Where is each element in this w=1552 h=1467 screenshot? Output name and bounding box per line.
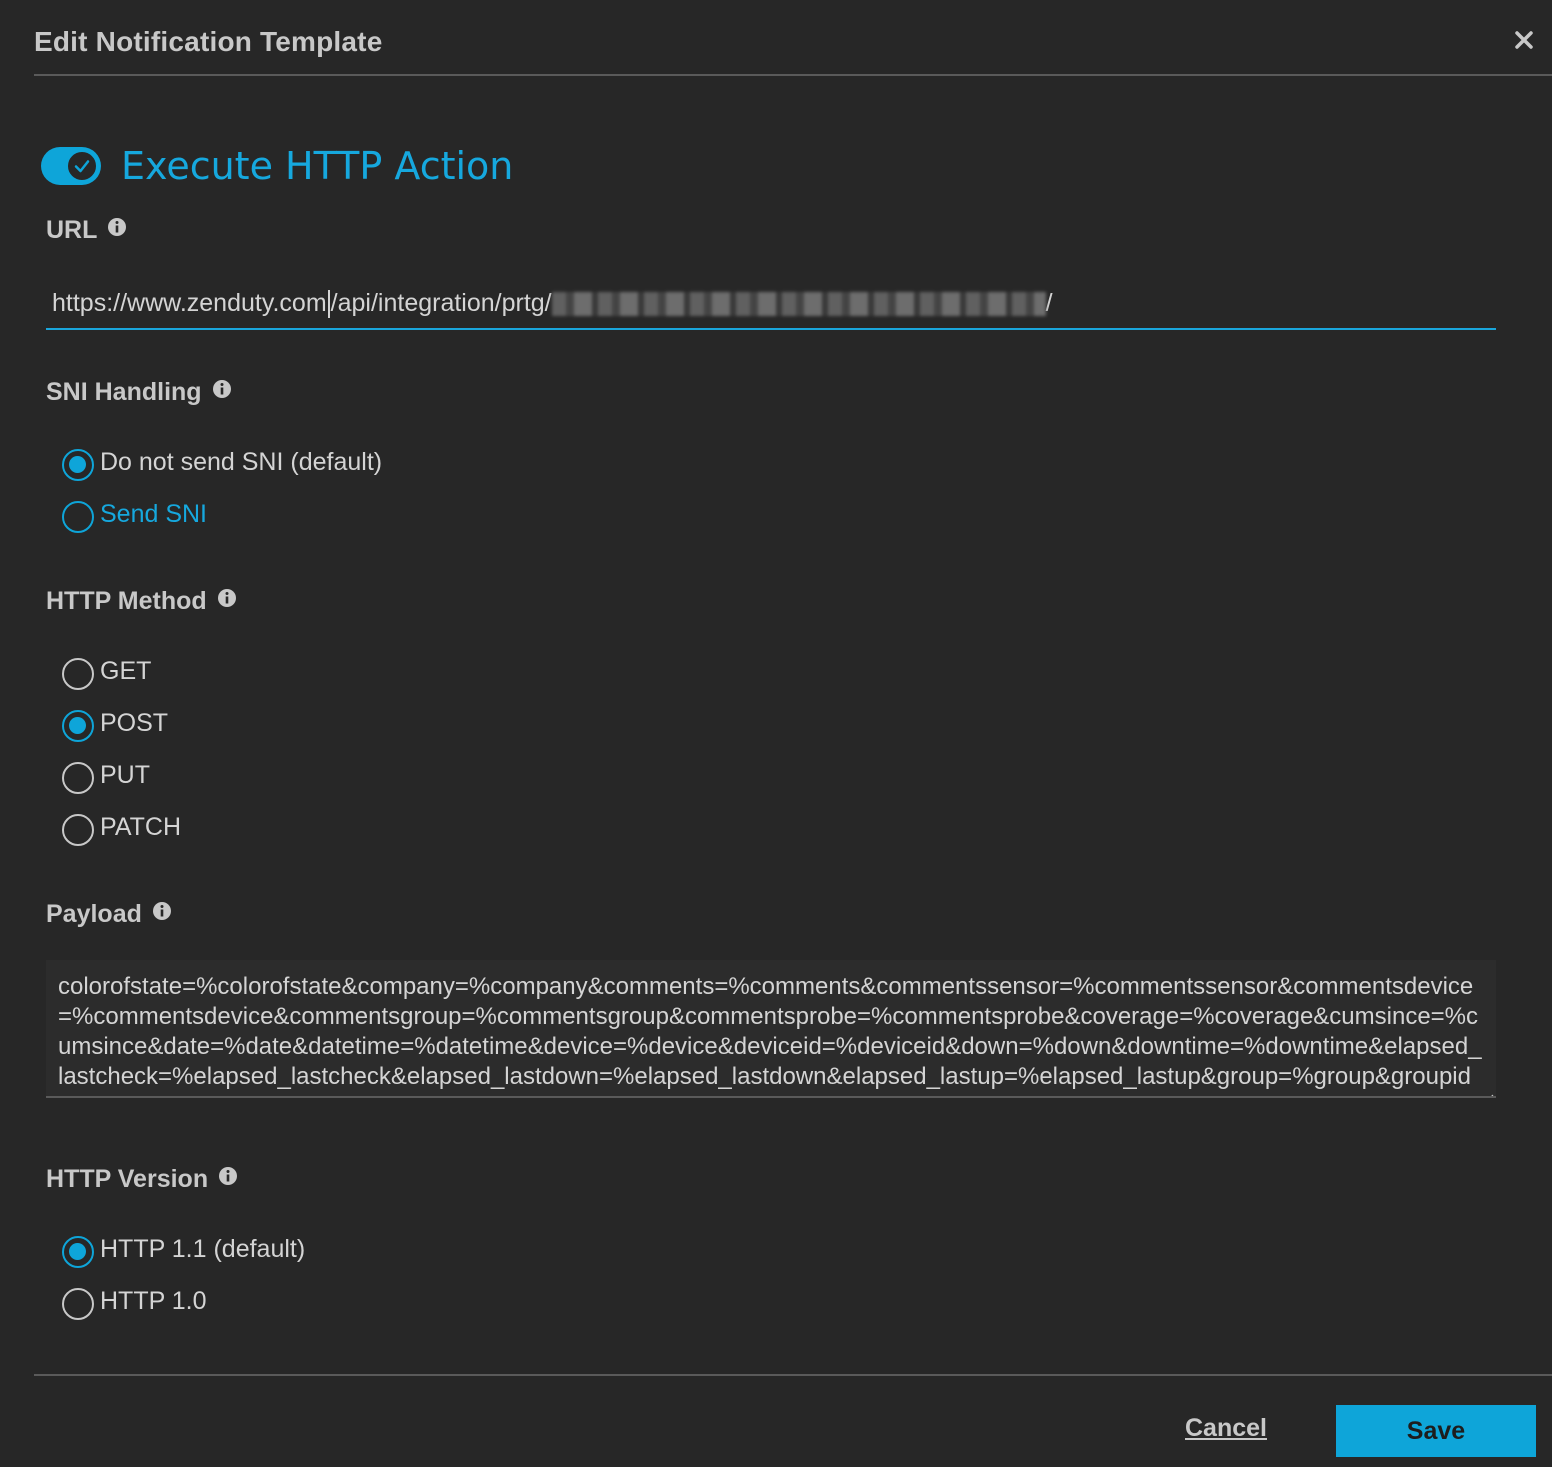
radio-http-1-1[interactable]: HTTP 1.1 (default) <box>62 1229 305 1269</box>
info-icon[interactable] <box>218 1164 238 1185</box>
info-icon[interactable] <box>152 899 172 920</box>
radio-method-get[interactable]: GET <box>62 651 151 691</box>
radio-button[interactable] <box>62 1288 94 1320</box>
execute-http-action-toggle-row: Execute HTTP Action <box>41 144 513 188</box>
execute-http-action-toggle[interactable] <box>41 147 101 185</box>
radio-label: Do not send SNI (default) <box>100 447 383 476</box>
toggle-label: Execute HTTP Action <box>121 144 514 188</box>
sni-label: SNI Handling <box>46 378 202 406</box>
payload-value: colorofstate=%colorofstate&company=%comp… <box>58 973 1482 1096</box>
radio-button[interactable] <box>62 449 94 481</box>
radio-button[interactable] <box>62 762 94 794</box>
radio-label: Send SNI <box>100 499 208 528</box>
url-value-end: / <box>1045 289 1053 317</box>
url-value-path: /api/integration/prtg/ <box>330 289 552 317</box>
close-icon[interactable] <box>1512 28 1536 52</box>
info-icon[interactable] <box>107 215 127 236</box>
radio-label: PATCH <box>100 812 182 841</box>
radio-label: PUT <box>100 760 150 789</box>
radio-label: GET <box>100 656 152 685</box>
cancel-button[interactable]: Cancel <box>1185 1414 1267 1443</box>
radio-send-sni[interactable]: Send SNI <box>62 494 207 534</box>
radio-button[interactable] <box>62 1236 94 1268</box>
url-label-row: URL <box>46 216 127 245</box>
method-label-row: HTTP Method <box>46 587 237 616</box>
checkmark-icon <box>65 149 99 183</box>
save-button[interactable]: Save <box>1336 1405 1536 1457</box>
radio-http-1-0[interactable]: HTTP 1.0 <box>62 1281 207 1321</box>
info-icon[interactable] <box>217 586 237 607</box>
url-label: URL <box>46 216 98 244</box>
radio-label: POST <box>100 708 169 737</box>
version-label-row: HTTP Version <box>46 1165 238 1194</box>
radio-method-patch[interactable]: PATCH <box>62 807 181 847</box>
url-input[interactable]: https://www.zenduty.com/api/integration/… <box>46 278 1496 330</box>
radio-button[interactable] <box>62 814 94 846</box>
info-icon[interactable] <box>212 377 232 398</box>
radio-method-post[interactable]: POST <box>62 703 168 743</box>
radio-sni-default[interactable]: Do not send SNI (default) <box>62 442 382 482</box>
version-label: HTTP Version <box>46 1165 209 1193</box>
radio-button[interactable] <box>62 658 94 690</box>
resize-handle-icon[interactable] <box>1482 1082 1494 1096</box>
radio-method-put[interactable]: PUT <box>62 755 150 795</box>
radio-button[interactable] <box>62 501 94 533</box>
redacted-token <box>551 292 1046 317</box>
radio-label: HTTP 1.1 (default) <box>100 1234 306 1263</box>
url-value-start: https://www.zenduty.com <box>52 289 327 317</box>
edit-notification-dialog: Edit Notification Template Execute HTTP … <box>0 0 1552 1467</box>
dialog-title: Edit Notification Template <box>34 26 383 57</box>
payload-label-row: Payload <box>46 900 172 929</box>
sni-label-row: SNI Handling <box>46 378 232 407</box>
payload-textarea[interactable]: colorofstate=%colorofstate&company=%comp… <box>46 960 1496 1098</box>
text-caret <box>327 290 330 319</box>
footer-divider <box>34 1374 1552 1376</box>
dialog-header: Edit Notification Template <box>34 0 1552 76</box>
radio-button[interactable] <box>62 710 94 742</box>
payload-label: Payload <box>46 900 142 928</box>
method-label: HTTP Method <box>46 587 207 615</box>
radio-label: HTTP 1.0 <box>100 1286 207 1315</box>
